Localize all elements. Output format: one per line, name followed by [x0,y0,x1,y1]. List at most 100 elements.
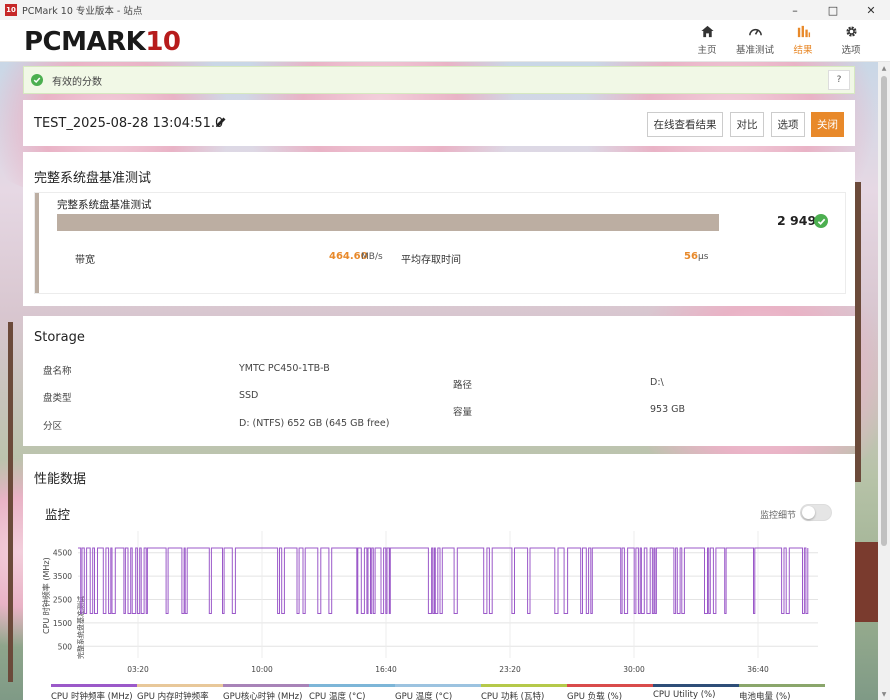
y-tick-label: 500 [58,642,73,651]
storage-heading: Storage [34,330,85,345]
legend-swatch [137,684,223,687]
benchmark-score: 2 949 [777,213,817,228]
view-online-button[interactable]: 在线查看结果 [647,112,723,137]
legend-label: GPU 内存时钟频率 [137,692,209,700]
legend-swatch [739,684,825,687]
y-tick-labels: 500 1500 2500 3500 4500 [53,549,72,652]
y-tick-label: 2500 [53,596,72,605]
gauge-icon [748,28,762,36]
x-tick-label: 23:20 [499,665,521,674]
monitor-chart: 500 1500 2500 3500 4500 03:20 10:00 16:40 23:20… [41,531,818,674]
legend-label: GPU 温度 (°C) [395,692,453,700]
score-bar [57,214,719,231]
nav-options[interactable]: 选项 [832,24,870,56]
nav-home-label: 主页 [697,45,717,56]
x-tick-label: 10:00 [251,665,273,674]
nav-results[interactable]: 结果 [784,24,822,56]
help-button[interactable]: ? [828,70,850,90]
legend-swatch [223,684,309,687]
test-name: TEST_2025-08-28 13:04:51.0 [34,116,224,131]
legend-swatch [395,684,481,687]
y-tick-label: 1500 [53,619,72,628]
benchmark-card-title: 完整系统盘基准测试 [57,199,152,211]
cpu-clock-series-line [78,547,809,615]
storage-panel: Storage 盘名称 YMTC PC450-1TB-B 盘类型 SSD 分区 … [23,316,855,446]
benchmark-heading: 完整系统盘基准测试 [34,171,152,186]
nav-benchmarks-label: 基准测试 [736,45,775,56]
legend-item[interactable]: CPU 时钟频率 (MHz) [51,684,137,700]
partition-label: 分区 [43,421,63,432]
window-title: PCMark 10 专业版本 - 站点 [22,6,143,17]
pcmark-logo: PCMARK10 [24,27,181,57]
path-label: 路径 [453,380,473,391]
bandwidth-label: 带宽 [75,255,95,266]
score-valid-check-icon [814,214,828,228]
compare-button[interactable]: 对比 [730,112,764,137]
check-icon [31,74,43,86]
legend-item[interactable]: CPU 温度 (°C) [309,684,395,700]
legend-label: CPU Utility (%) [653,690,716,700]
y-tick-label: 3500 [53,572,72,581]
x-tick-label: 03:20 [127,665,149,674]
options-button[interactable]: 选项 [771,112,805,137]
nav-results-label: 结果 [793,45,813,56]
drive-type-label: 盘类型 [43,393,72,404]
drive-name-label: 盘名称 [43,366,72,377]
latency-label: 平均存取时间 [401,255,461,266]
legend-label: 电池电量 (%) [739,692,791,700]
maximize-button[interactable]: □ [814,0,852,20]
nav-options-label: 选项 [841,45,861,56]
legend-swatch [567,684,653,687]
y-tick-label: 4500 [53,549,72,558]
home-icon [700,25,714,38]
y-axis-label: CPU 时钟频率 (MHz) [41,557,51,634]
window-controls: – □ ✕ [776,0,890,20]
drive-name-value: YMTC PC450-1TB-B [239,363,330,374]
nav-home[interactable]: 主页 [688,24,726,56]
capacity-label: 容量 [453,407,473,418]
test-header-panel: TEST_2025-08-28 13:04:51.0 在线查看结果 对比 选项 … [23,100,855,146]
benchmark-card: 完整系统盘基准测试 2 949 带宽 464.60 MB/s 平均存取时间 56… [35,193,845,293]
legend-item[interactable]: CPU 功耗 (瓦特) [481,684,567,700]
close-result-button[interactable]: 关闭 [811,112,844,137]
legend-item[interactable]: GPU 温度 (°C) [395,684,481,700]
legend-label: GPU 负载 (%) [567,692,623,700]
edit-pencil-icon[interactable] [215,116,227,128]
legend-item[interactable]: GPU 负载 (%) [567,684,653,700]
legend-label: CPU 温度 (°C) [309,692,366,700]
minimize-button[interactable]: – [776,0,814,20]
x-tick-label: 30:00 [623,665,645,674]
chart-legend: CPU 时钟频率 (MHz) GPU 内存时钟频率 GPU核心时钟 (MHz) CPU… [51,684,825,700]
nav-benchmarks[interactable]: 基准测试 [736,24,774,56]
scroll-up-arrow-icon[interactable]: ▲ [878,62,890,74]
x-tick-label: 36:40 [747,665,769,674]
legend-label: CPU 功耗 (瓦特) [481,692,545,700]
bar-chart-icon [797,25,810,38]
x-tick-labels: 03:20 10:00 16:40 23:20 30:00 36:40 [127,665,769,674]
legend-item[interactable]: GPU 内存时钟频率 [137,684,223,700]
gear-icon [845,26,857,37]
title-bar: 10 PCMark 10 专业版本 - 站点 – □ ✕ [0,0,890,20]
app-icon: 10 [5,4,17,16]
legend-swatch [653,684,739,687]
legend-item[interactable]: 电池电量 (%) [739,684,825,700]
benchmark-panel: 完整系统盘基准测试 完整系统盘基准测试 2 949 带宽 464.60 MB/s… [23,152,855,306]
x-tick-label: 16:40 [375,665,397,674]
legend-swatch [51,684,137,687]
scroll-down-arrow-icon[interactable]: ▼ [878,688,890,700]
path-value: D:\ [650,377,664,388]
close-window-button[interactable]: ✕ [852,0,890,20]
valid-score-text: 有效的分数 [52,76,102,88]
legend-item[interactable]: CPU Utility (%) [653,684,739,700]
drive-type-value: SSD [239,390,259,401]
scroll-thumb[interactable] [881,76,887,546]
legend-swatch [481,684,567,687]
legend-item[interactable]: GPU核心时钟 (MHz) [223,684,309,700]
latency-unit: μs [698,252,709,262]
legend-label: CPU 时钟频率 (MHz) [51,692,133,700]
partition-value: D: (NTFS) 652 GB (645 GB free) [239,418,390,429]
legend-swatch [309,684,395,687]
main-nav: 主页 基准测试 结果 选项 [688,24,870,56]
capacity-value: 953 GB [650,404,686,415]
latency-value: 56 [684,251,698,262]
